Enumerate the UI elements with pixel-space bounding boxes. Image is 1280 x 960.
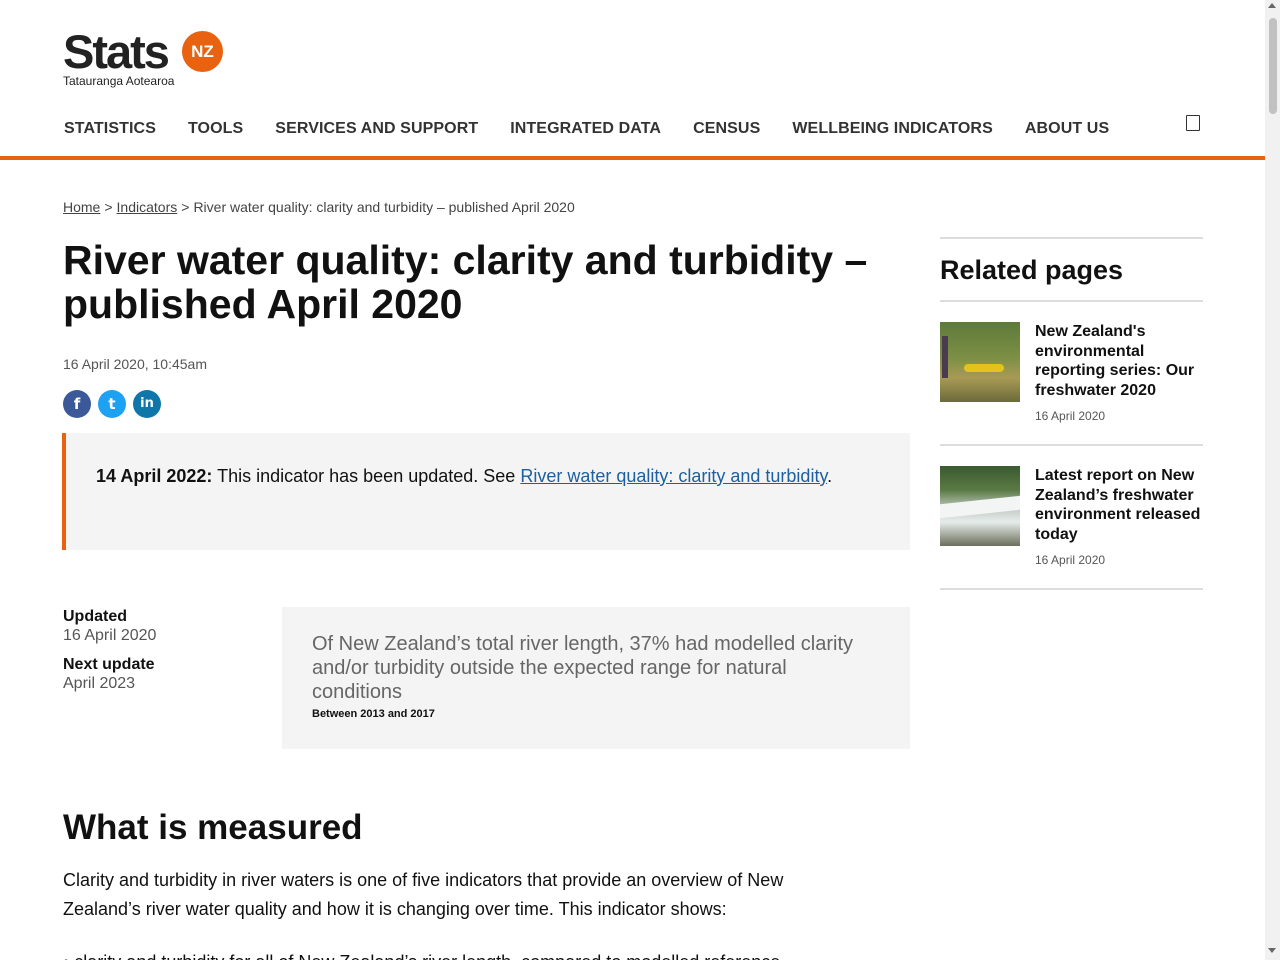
publish-date: 16 April 2020, 10:45am (63, 356, 207, 372)
nav-item-statistics[interactable]: STATISTICS (48, 112, 172, 145)
related-item-date: 16 April 2020 (1035, 409, 1106, 423)
logo-nz-badge: NZ (182, 31, 223, 72)
notice-end: . (827, 466, 833, 486)
next-update-value: April 2023 (63, 675, 136, 692)
related-item-title[interactable]: New Zealand's environmental reporting se… (1035, 322, 1203, 400)
update-notice: 14 April 2022: This indicator has been u… (62, 433, 910, 550)
logo-wordmark: Stats (63, 25, 170, 78)
related-item[interactable]: Latest report on New Zealand’s freshwate… (940, 444, 1203, 590)
scrollbar-thumb[interactable] (1269, 18, 1277, 114)
nav-item-about-us[interactable]: ABOUT US (1009, 112, 1125, 145)
linkedin-share-icon[interactable]: in (133, 390, 161, 418)
section-paragraph: Clarity and turbidity in river waters is… (63, 870, 784, 919)
key-finding-text: Of New Zealand’s total river length, 37%… (312, 633, 854, 703)
list-item: • clarity and turbidity for all of New Z… (63, 952, 780, 960)
twitter-share-icon[interactable]: t (98, 390, 126, 418)
search-icon[interactable] (1186, 115, 1200, 131)
breadcrumb: Home > Indicators > River water quality: cla… (63, 199, 575, 215)
key-finding-period: Between 2013 and 2017 (312, 708, 435, 720)
related-heading: Related pages (940, 255, 1124, 285)
section-heading: What is measured (63, 808, 363, 847)
page-title: River water quality: clarity and turbidi… (63, 237, 868, 327)
breadcrumb-indicators[interactable]: Indicators (117, 199, 178, 215)
water-shape (940, 495, 1020, 519)
raft-shape (964, 364, 1004, 372)
next-update-label: Next update (63, 656, 155, 673)
updated-value: 16 April 2020 (63, 627, 157, 644)
breadcrumb-current: River water quality: clarity and turbidi… (193, 199, 575, 215)
key-finding-box: Of New Zealand’s total river length, 37%… (282, 607, 910, 749)
river-rapids-thumbnail[interactable] (940, 466, 1020, 546)
river-raft-thumbnail[interactable] (940, 322, 1020, 402)
related-item-body: Latest report on New Zealand’s freshwate… (1035, 466, 1203, 567)
header-divider (0, 156, 1265, 160)
notice-link[interactable]: River water quality: clarity and turbidi… (520, 466, 827, 486)
breadcrumb-separator: > (104, 199, 113, 215)
notice-text: 14 April 2022: This indicator has been u… (96, 466, 832, 487)
breadcrumb-home[interactable]: Home (63, 199, 100, 215)
related-item-title[interactable]: Latest report on New Zealand’s freshwate… (1035, 466, 1203, 544)
notice-message: This indicator has been updated. See (217, 466, 516, 486)
notice-date: 14 April 2022: (96, 466, 213, 486)
scroll-down-arrow-icon[interactable] (1268, 948, 1276, 953)
logo-subtitle: Tatauranga Aotearoa (63, 74, 175, 88)
nav-item-census[interactable]: CENSUS (677, 112, 776, 145)
related-item[interactable]: New Zealand's environmental reporting se… (940, 300, 1203, 444)
scroll-up-arrow-icon[interactable] (1268, 3, 1276, 8)
related-item-date: 16 April 2020 (1035, 553, 1106, 567)
breadcrumb-separator: > (181, 199, 190, 215)
page-scrollbar[interactable] (1265, 0, 1280, 960)
share-buttons: f t in (63, 390, 161, 418)
nav-item-services-and-support[interactable]: SERVICES AND SUPPORT (259, 112, 494, 145)
updated-label: Updated (63, 608, 127, 625)
related-pages: Related pages New Zealand's environmenta… (940, 237, 1203, 590)
nav-item-integrated-data[interactable]: INTEGRATED DATA (494, 112, 677, 145)
main-nav: STATISTICS TOOLS SERVICES AND SUPPORT IN… (48, 112, 1118, 145)
person-shape (942, 336, 948, 378)
facebook-share-icon[interactable]: f (63, 390, 91, 418)
related-item-body: New Zealand's environmental reporting se… (1035, 322, 1203, 423)
nav-item-wellbeing-indicators[interactable]: WELLBEING INDICATORS (776, 112, 1009, 145)
update-meta: Updated 16 April 2020 Next update April … (63, 608, 263, 704)
nav-item-tools[interactable]: TOOLS (172, 112, 259, 145)
stats-nz-logo[interactable]: Stats NZ Tatauranga Aotearoa (63, 28, 233, 90)
